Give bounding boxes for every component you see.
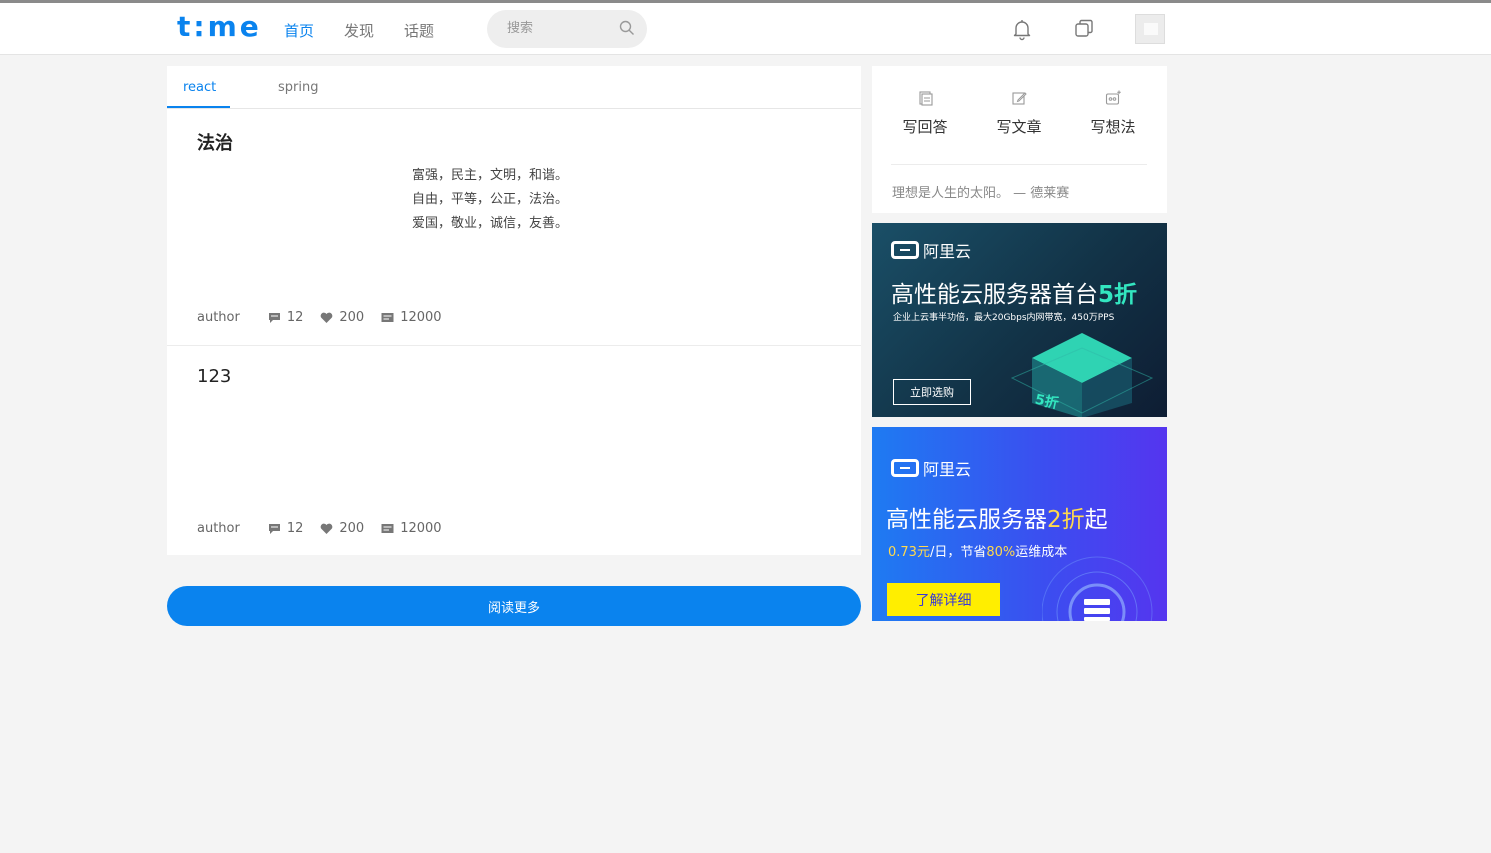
topic-tabs: react spring [167,66,861,109]
ad-percent: 80% [986,545,1016,560]
nav-home[interactable]: 首页 [284,20,314,41]
comment-count: 12 [286,521,304,536]
read-more-button[interactable]: 阅读更多 [167,586,861,626]
main-nav: 首页 发现 话题 [284,20,464,41]
ad-headline-tail: 起 [1084,507,1108,533]
view-count: 12000 [400,310,442,325]
aliyun-logo-icon [891,459,919,477]
article-meta: author 12 200 12000 [197,310,459,325]
like-count: 200 [339,310,365,325]
daily-quote: 理想是人生的太阳。 — 德莱赛 [892,186,1070,201]
write-idea-label: 写想法 [1090,118,1136,136]
write-panel-divider [891,164,1147,165]
comment-icon [268,523,280,534]
site-logo[interactable]: t:me [177,10,262,43]
article-author[interactable]: author [197,521,240,536]
comment-icon [268,312,280,323]
comment-stat[interactable]: 12 [268,521,304,536]
article-title[interactable]: 法治 [197,129,233,155]
article-line: 富强，民主，文明，和谐。 [411,168,568,183]
heart-icon [321,523,333,534]
active-tab-indicator [167,106,230,108]
like-count: 200 [339,521,365,536]
article-item[interactable]: 法治 富强，民主，文明，和谐。 自由，平等，公正，法治。 爱国，敬业，诚信，友善… [167,109,861,346]
write-article-label: 写文章 [996,118,1042,136]
ad-headline-accent: 2折 [1047,507,1085,533]
ad-headline-accent: 5折 [1098,282,1138,308]
bell-icon[interactable] [1010,17,1034,41]
like-stat[interactable]: 200 [320,521,364,536]
view-stat: 12000 [381,310,442,325]
article-author[interactable]: author [197,310,240,325]
ad-price: 0.73元 [888,545,930,560]
edit-icon [1012,92,1027,105]
ad-headline: 高性能云服务器首台5折 [891,275,1137,309]
ad-subline-a: /日，节省 [929,545,987,560]
view-stat: 12000 [381,521,442,536]
ad-buy-button[interactable]: 立即选购 [893,379,971,405]
view-count: 12000 [400,521,442,536]
write-answer-label: 写回答 [902,118,948,136]
messages-icon[interactable] [1072,17,1096,41]
article-item[interactable]: 123 author 12 200 12000 [167,346,861,555]
ad-subline-b: 运维成本 [1015,545,1068,560]
ad-subline: 0.73元/日，节省80%运维成本 [888,541,1067,560]
ad-banner-2[interactable]: 阿里云 高性能云服务器2折起 0.73元/日，节省80%运维成本 了解详细 [872,427,1167,621]
ad-brand: 阿里云 [891,456,971,480]
nav-discover[interactable]: 发现 [344,20,374,41]
article-line: 爱国，敬业，诚信，友善。 [411,216,568,231]
nav-topics[interactable]: 话题 [404,20,434,41]
write-answer-button[interactable]: 写回答 [890,90,960,137]
answer-icon [919,91,933,106]
views-icon [381,313,394,322]
views-icon [381,524,394,533]
comment-stat[interactable]: 12 [268,310,304,325]
search-box [487,10,647,48]
heart-icon [321,312,333,323]
article-content: 富强，民主，文明，和谐。 自由，平等，公正，法治。 爱国，敬业，诚信，友善。 [167,164,813,236]
article-meta: author 12 200 12000 [197,521,459,536]
search-input[interactable] [505,20,619,37]
like-stat[interactable]: 200 [320,310,364,325]
top-navbar: t:me 首页 发现 话题 [0,3,1491,55]
ad-brand: 阿里云 [891,238,971,262]
article-title[interactable]: 123 [197,366,231,387]
ad-banner-1[interactable]: 阿里云 高性能云服务器首台5折 企业上云事半功倍，最大20Gbps内网带宽，45… [872,223,1167,417]
write-article-button[interactable]: 写文章 [984,90,1054,137]
server-cube-graphic [1010,333,1154,417]
aliyun-logo-icon [891,241,919,259]
ad-brand-name: 阿里云 [923,242,972,261]
ad-brand-name: 阿里云 [923,460,972,479]
write-idea-button[interactable]: 写想法 [1078,90,1148,137]
idea-icon [1105,90,1121,105]
ad-headline-main: 高性能云服务器首台 [891,282,1098,308]
ad-headline: 高性能云服务器2折起 [886,500,1108,534]
tab-react[interactable]: react [183,80,216,95]
write-panel: 写回答 写文章 写想法 理想是人生的太阳。 — 德莱赛 [872,66,1167,213]
tab-spring[interactable]: spring [278,80,318,95]
ad-subline: 企业上云事半功倍，最大20Gbps内网带宽，450万PPS [893,313,1115,323]
ad-headline-main: 高性能云服务器 [886,507,1047,533]
search-icon[interactable] [619,20,635,36]
article-line: 自由，平等，公正，法治。 [411,192,568,207]
user-avatar[interactable] [1135,14,1165,44]
comment-count: 12 [286,310,304,325]
ad-details-button[interactable]: 了解详细 [887,583,1000,616]
feed-card: react spring 法治 富强，民主，文明，和谐。 自由，平等，公正，法治… [167,66,861,555]
